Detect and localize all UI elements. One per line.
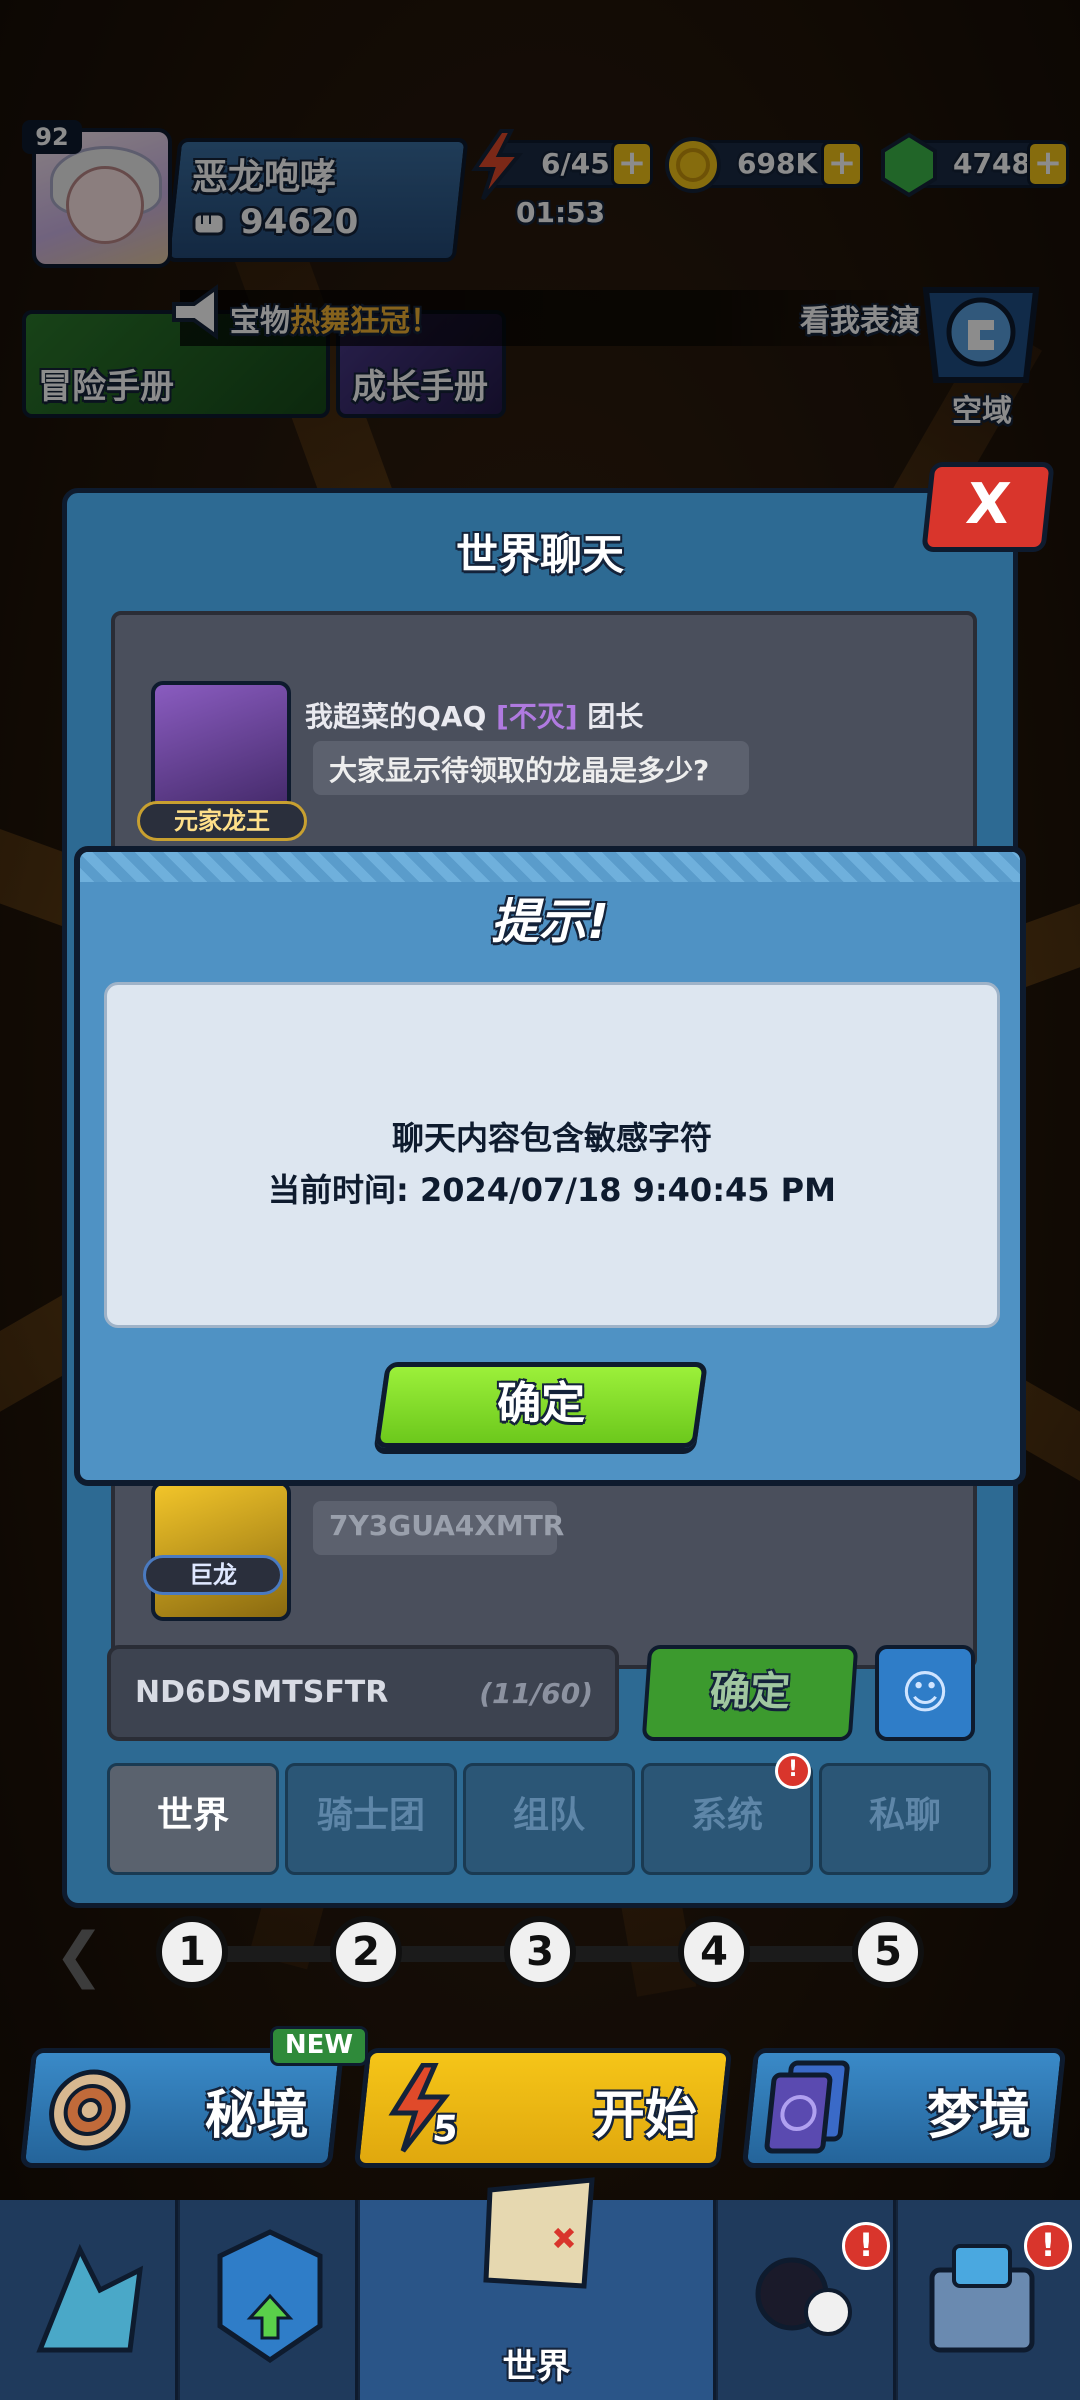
close-button[interactable]: X — [921, 462, 1055, 552]
nav-item-world[interactable]: 世界 — [360, 2177, 716, 2400]
tab-knights[interactable]: 骑士团 — [285, 1763, 457, 1875]
stage-node[interactable]: 4 — [678, 1916, 750, 1988]
build-alert-badge: ! — [1024, 2222, 1072, 2270]
secret-realm-button[interactable]: 秘境 — [19, 2048, 345, 2168]
message-sender: 我超菜的QAQ [不灭] 团长 — [305, 700, 644, 733]
target-icon — [49, 2069, 131, 2151]
companion-alert-badge: ! — [842, 2222, 890, 2270]
message-title-tag: 元家龙王 — [137, 801, 307, 841]
bottom-nav: 世界 ! ! — [0, 2177, 1080, 2400]
start-button[interactable]: 5 开始 — [353, 2048, 733, 2168]
dialog-message-box: 聊天内容包含敏感字符 当前时间: 2024/07/18 9:40:45 PM — [104, 982, 1000, 1328]
dialog-header-pattern — [80, 852, 1020, 882]
upgrade-shield-icon — [217, 2229, 323, 2364]
confirm-button[interactable]: 确定 — [373, 1362, 709, 1448]
dragon-icon — [36, 2243, 144, 2353]
dialog-title: 提示! — [491, 894, 609, 950]
emoji-icon[interactable]: ☺ — [875, 1645, 975, 1741]
chat-send-button[interactable]: 确定 — [641, 1645, 859, 1741]
message-avatar[interactable] — [151, 1481, 291, 1621]
nav-item-dragon[interactable] — [0, 2200, 178, 2400]
message-bubble: 7Y3GUA4XMTR — [313, 1501, 564, 1555]
dreamland-button[interactable]: 梦境 — [741, 2048, 1067, 2168]
stage-node[interactable]: 3 — [504, 1916, 576, 1988]
start-cost: 5 — [430, 2109, 460, 2150]
tab-team[interactable]: 组队 — [463, 1763, 635, 1875]
nav-item-companions[interactable]: ! — [718, 2200, 896, 2400]
map-icon — [483, 2177, 595, 2289]
tab-world[interactable]: 世界 — [107, 1763, 279, 1875]
message-bubble: 大家显示待领取的龙晶是多少? — [313, 741, 749, 795]
chevron-left-icon[interactable]: ❮ — [54, 1920, 104, 1990]
stage-node[interactable]: 5 — [852, 1916, 924, 1988]
new-badge: NEW — [270, 2026, 368, 2066]
alert-dialog: 提示! 聊天内容包含敏感字符 当前时间: 2024/07/18 9:40:45 … — [74, 846, 1026, 1486]
system-alert-badge: ! — [775, 1753, 811, 1789]
dialog-message: 聊天内容包含敏感字符 — [391, 1119, 712, 1157]
dream-cards-icon — [764, 2060, 850, 2154]
nav-item-upgrade[interactable] — [180, 2200, 358, 2400]
chat-title: 世界聊天 — [455, 530, 624, 579]
stage-node[interactable]: 1 — [156, 1916, 228, 1988]
chat-char-counter: (11/60) — [479, 1677, 593, 1710]
dialog-timestamp: 当前时间: 2024/07/18 9:40:45 PM — [268, 1171, 836, 1209]
tab-private[interactable]: 私聊 — [819, 1763, 991, 1875]
stage-node[interactable]: 2 — [330, 1916, 402, 1988]
chat-input-field[interactable]: ND6DSMTSFTR (11/60) — [107, 1645, 619, 1741]
nav-item-build[interactable]: ! — [898, 2200, 1080, 2400]
message-title-tag: 巨龙 — [143, 1555, 283, 1595]
